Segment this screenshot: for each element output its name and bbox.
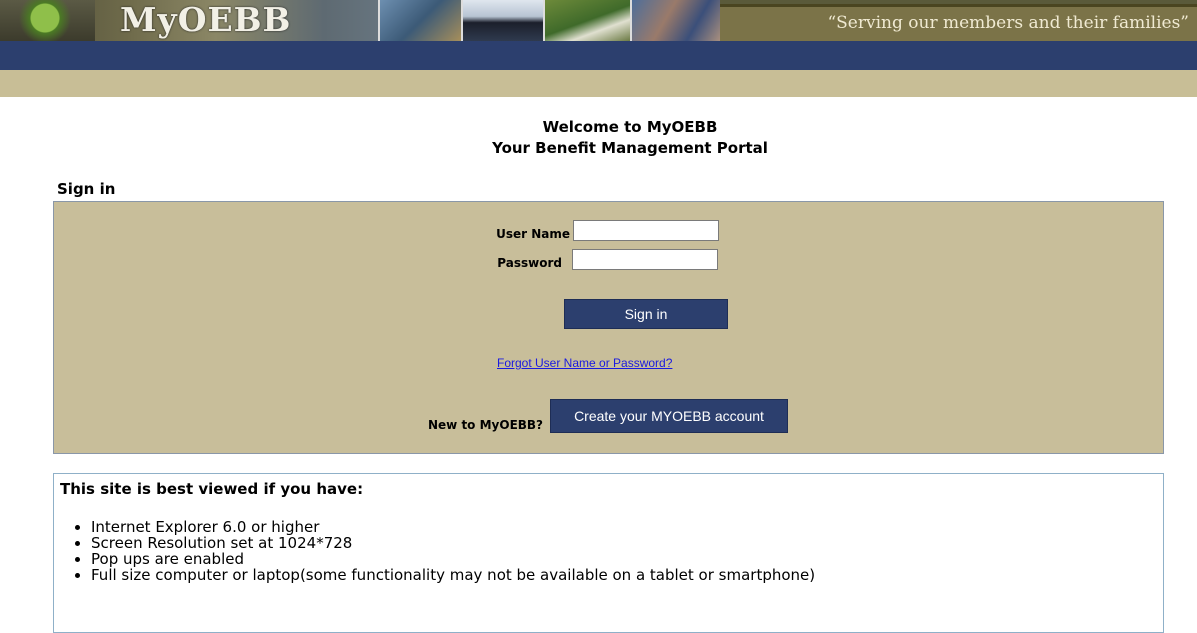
browser-requirements-panel: This site is best viewed if you have: In… [53,473,1164,633]
list-item: Internet Explorer 6.0 or higher [91,519,815,535]
list-item: Pop ups are enabled [91,551,815,567]
site-banner: MyOEBB “Serving our members and their fa… [0,0,1197,41]
welcome-title: Welcome to MyOEBB [542,118,718,136]
slogan-text: “Serving our members and their families” [827,13,1189,33]
banner-photo-family [378,0,462,41]
new-user-label: New to MyOEBB? [428,418,544,432]
banner-photo-child-outdoors [543,0,630,41]
nav-bar [0,41,1197,70]
requirements-list: Internet Explorer 6.0 or higher Screen R… [71,519,815,583]
signin-panel: User Name Password Sign in Forgot User N… [53,201,1164,454]
username-input[interactable] [573,220,719,241]
banner-photo-swing [461,0,543,41]
signin-section-heading: Sign in [57,180,116,198]
password-label: Password [497,256,562,270]
requirements-title: This site is best viewed if you have: [60,480,364,498]
password-input[interactable] [572,249,718,270]
site-logo: MyOEBB [120,0,292,39]
welcome-heading: Welcome to MyOEBB Your Benefit Managemen… [0,117,1197,159]
list-item: Full size computer or laptop(some functi… [91,567,815,583]
signin-button[interactable]: Sign in [564,299,728,329]
slogan-panel: “Serving our members and their families” [720,4,1197,41]
username-label: User Name [496,227,570,241]
apple-image [0,0,95,41]
create-account-button[interactable]: Create your MYOEBB account [550,399,788,433]
sub-nav-bar [0,70,1197,97]
forgot-credentials-link[interactable]: Forgot User Name or Password? [497,356,672,370]
welcome-subtitle: Your Benefit Management Portal [492,139,768,157]
banner-photo-group [630,0,720,41]
list-item: Screen Resolution set at 1024*728 [91,535,815,551]
